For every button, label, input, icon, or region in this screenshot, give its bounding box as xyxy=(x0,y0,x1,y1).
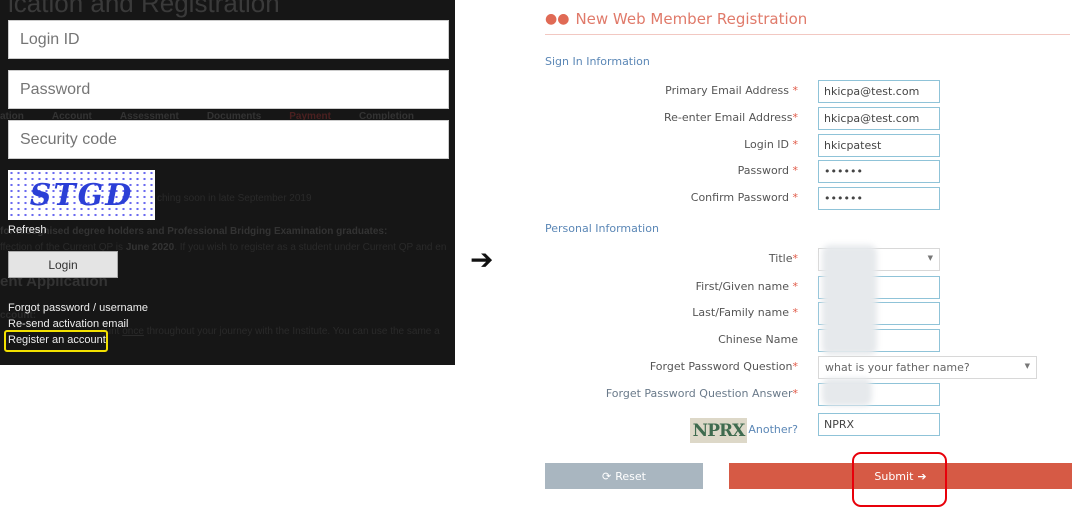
login-id-field[interactable]: hkicpatest xyxy=(818,134,940,157)
captcha-input[interactable]: NPRX xyxy=(818,413,940,436)
bg-bold-line: for recognised degree holders and Profes… xyxy=(0,226,388,237)
forgot-password-link[interactable]: Forgot password / username xyxy=(8,302,148,314)
question-label: Forget Password Question* xyxy=(649,360,798,373)
bg-heading: ication and Registration xyxy=(8,0,280,18)
arrow-right-icon: ➔ xyxy=(470,243,494,276)
question-select[interactable]: what is your father name? ▼ xyxy=(818,356,1037,379)
highlight-box xyxy=(852,452,947,507)
redaction-blur xyxy=(822,245,877,355)
primary-email-input[interactable]: hkicpa@test.com xyxy=(818,80,940,103)
chinese-name-label: Chinese Name xyxy=(718,333,798,346)
refresh-icon: ⟳ xyxy=(602,469,612,483)
login-id-label: Login ID * xyxy=(744,138,798,151)
reenter-email-input[interactable]: hkicpa@test.com xyxy=(818,107,940,130)
reset-button[interactable]: ⟳ Reset xyxy=(545,463,703,489)
password-input[interactable] xyxy=(8,70,449,109)
password-label: Password * xyxy=(737,164,798,177)
password-field[interactable]: •••••• xyxy=(818,160,940,183)
first-name-label: First/Given name * xyxy=(695,280,798,293)
login-id-input[interactable] xyxy=(8,20,449,59)
another-captcha-link[interactable]: Another? xyxy=(748,423,798,436)
resend-activation-link[interactable]: Re-send activation email xyxy=(8,318,128,330)
reenter-email-label: Re-enter Email Address* xyxy=(663,111,798,124)
last-name-label: Last/Family name * xyxy=(692,306,798,319)
primary-email-label: Primary Email Address * xyxy=(665,84,798,97)
users-icon: ●● xyxy=(545,11,570,27)
login-panel: ication and Registration ation Account A… xyxy=(0,0,455,365)
answer-label: Forget Password Question Answer* xyxy=(605,387,798,400)
page-title: ●● New Web Member Registration xyxy=(545,10,808,28)
captcha-image: NPRX xyxy=(690,418,747,443)
caret-down-icon: ▼ xyxy=(927,254,933,262)
caret-down-icon: ▼ xyxy=(1024,362,1030,370)
personal-section-heading: Personal Information xyxy=(545,222,659,235)
refresh-link[interactable]: Refresh xyxy=(8,224,47,236)
confirm-password-label: Confirm Password * xyxy=(690,191,798,204)
login-button[interactable]: Login xyxy=(8,251,118,278)
sign-in-section-heading: Sign In Information xyxy=(545,55,650,68)
bg-account-text: ount once throughout your journey with t… xyxy=(100,326,440,337)
security-code-input[interactable] xyxy=(8,120,449,159)
title-label: Title* xyxy=(768,252,798,265)
bg-notice: ching soon in late September 2019 xyxy=(157,193,312,204)
captcha-image: STGD xyxy=(8,170,155,220)
divider xyxy=(545,34,1070,35)
confirm-password-field[interactable]: •••••• xyxy=(818,187,940,210)
highlight-box xyxy=(4,330,108,352)
redaction-blur xyxy=(822,378,872,406)
